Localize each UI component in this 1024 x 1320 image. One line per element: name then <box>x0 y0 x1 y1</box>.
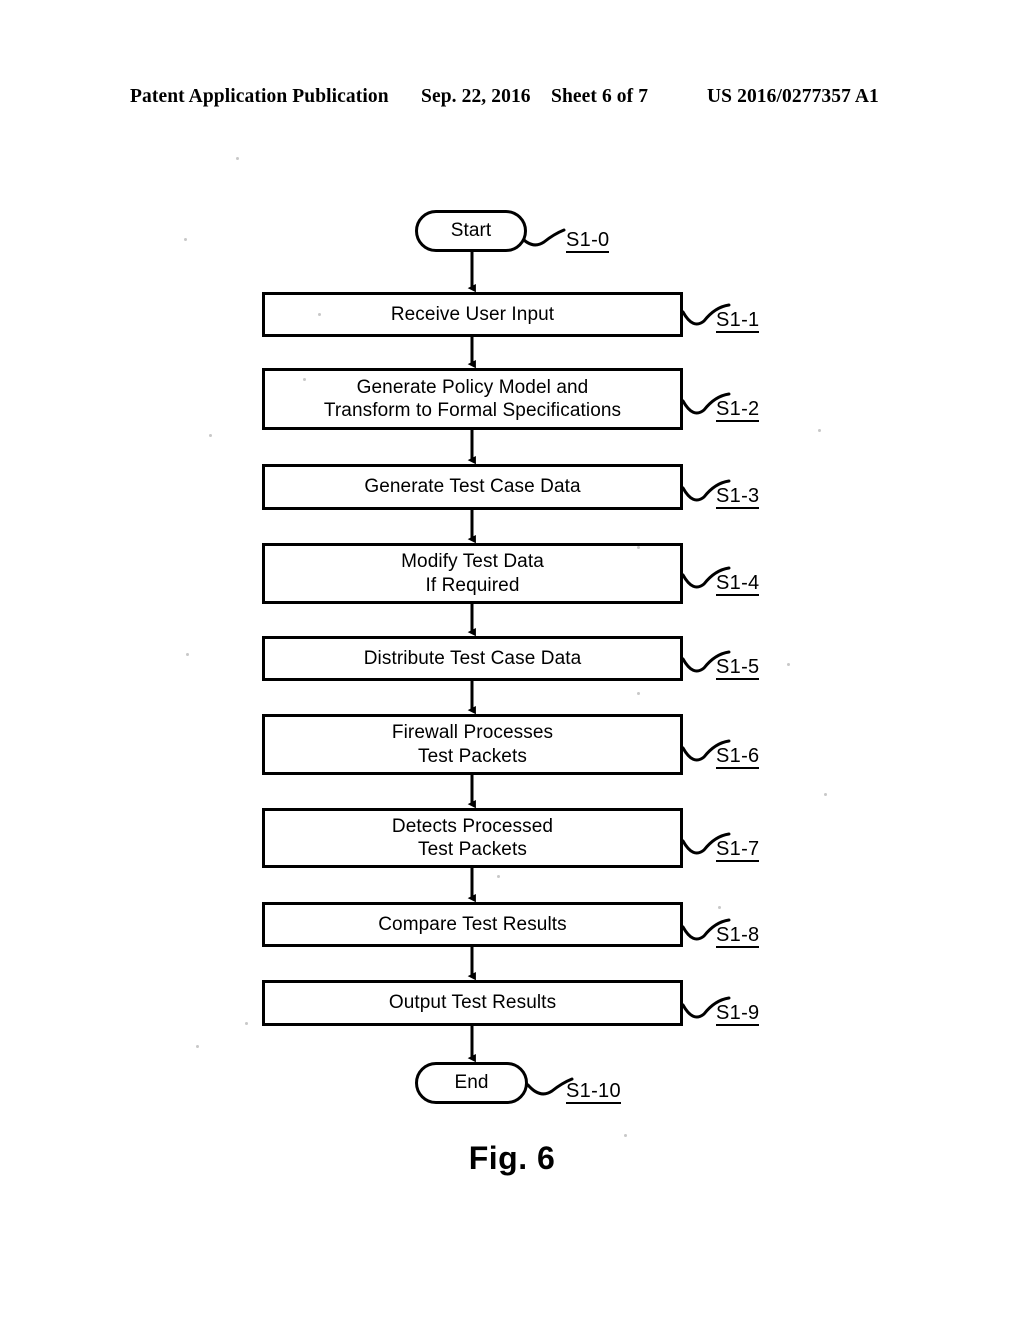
flowchart-node-modify-test-data[interactable]: Modify Test Data If Required <box>262 543 683 604</box>
scan-speck <box>818 429 821 432</box>
node-label-start: Start <box>450 220 492 242</box>
node-label-end: End <box>454 1072 489 1094</box>
flowchart-node-receive-user-input[interactable]: Receive User Input <box>262 292 683 337</box>
scan-speck <box>497 875 500 878</box>
node-label-generate-test-case-data: Generate Test Case Data <box>364 476 581 498</box>
step-ref-s1-4: S1-4 <box>716 572 760 596</box>
scan-speck <box>196 1045 199 1048</box>
flowchart-node-firewall-processes[interactable]: Firewall Processes Test Packets <box>262 714 683 775</box>
scan-speck <box>824 793 827 796</box>
step-ref-s1-9: S1-9 <box>716 1002 760 1026</box>
scan-speck <box>718 906 721 909</box>
scan-speck <box>787 663 790 666</box>
flowchart-node-distribute-test-case-data[interactable]: Distribute Test Case Data <box>262 636 683 681</box>
node-label-modify-test-data: Modify Test Data If Required <box>401 551 544 596</box>
figure-caption: Fig. 6 <box>468 1140 556 1176</box>
step-ref-s1-1: S1-1 <box>716 309 760 333</box>
scan-speck <box>245 1022 248 1025</box>
step-ref-s1-2: S1-2 <box>716 398 760 422</box>
node-label-generate-policy-model: Generate Policy Model and Transform to F… <box>323 376 622 421</box>
scan-speck <box>624 1134 627 1137</box>
flowchart-node-generate-test-case-data[interactable]: Generate Test Case Data <box>262 464 683 510</box>
step-ref-s1-3: S1-3 <box>716 485 760 509</box>
scan-speck <box>637 692 640 695</box>
node-label-compare-test-results: Compare Test Results <box>378 913 567 935</box>
flowchart-node-compare-test-results[interactable]: Compare Test Results <box>262 902 683 947</box>
scan-speck <box>637 546 640 549</box>
step-ref-s1-7: S1-7 <box>716 838 760 862</box>
scan-speck <box>209 434 212 437</box>
flowchart-node-generate-policy-model[interactable]: Generate Policy Model and Transform to F… <box>262 368 683 430</box>
scan-speck <box>303 378 306 381</box>
scan-speck <box>236 157 239 160</box>
step-ref-s1-10: S1-10 <box>566 1080 621 1104</box>
step-ref-s1-0: S1-0 <box>566 229 610 253</box>
node-label-receive-user-input: Receive User Input <box>390 303 555 325</box>
node-label-detects-processed: Detects Processed Test Packets <box>391 815 554 860</box>
scan-speck <box>184 238 187 241</box>
step-ref-s1-8: S1-8 <box>716 924 760 948</box>
flowchart-node-start[interactable]: Start <box>415 210 527 252</box>
flowchart-node-detects-processed[interactable]: Detects Processed Test Packets <box>262 808 683 868</box>
node-label-distribute-test-case-data: Distribute Test Case Data <box>363 647 582 669</box>
flowchart-node-end[interactable]: End <box>415 1062 528 1104</box>
node-label-output-test-results: Output Test Results <box>388 992 557 1014</box>
step-ref-s1-6: S1-6 <box>716 745 760 769</box>
scan-speck <box>318 313 321 316</box>
node-label-firewall-processes: Firewall Processes Test Packets <box>391 722 554 767</box>
scan-speck <box>186 653 189 656</box>
step-ref-s1-5: S1-5 <box>716 656 760 680</box>
flowchart-node-output-test-results[interactable]: Output Test Results <box>262 980 683 1026</box>
